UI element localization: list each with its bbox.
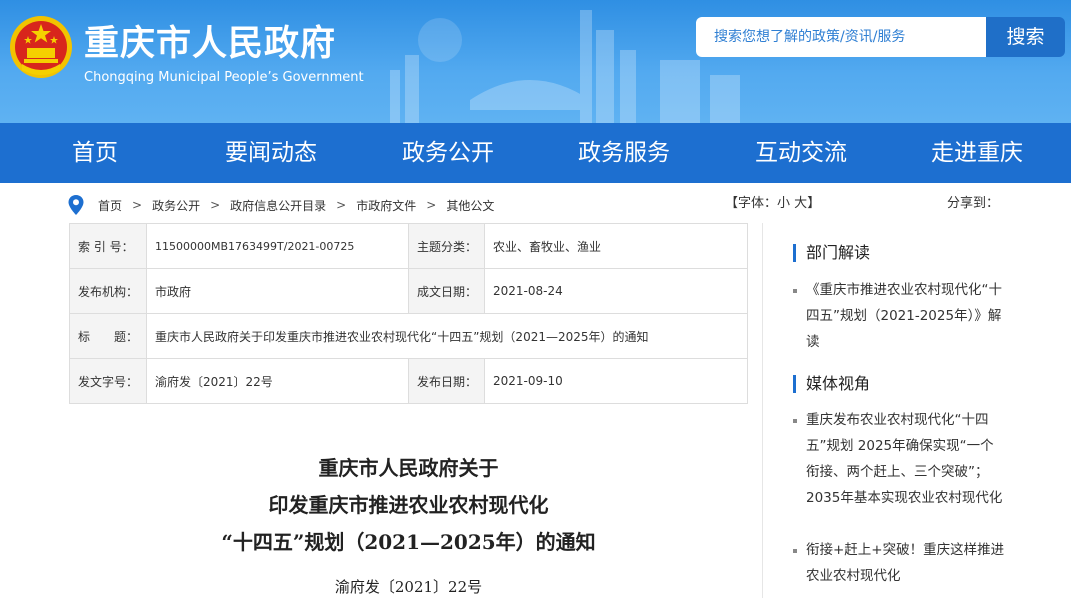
topic-label: 主题分类： xyxy=(408,223,485,269)
published-date-value: 2021-09-10 xyxy=(484,358,748,404)
search-button[interactable]: 搜索 xyxy=(986,17,1065,57)
breadcrumb-separator: > xyxy=(210,198,221,212)
org-value: 市政府 xyxy=(146,268,409,314)
published-date-label: 发布日期： xyxy=(408,358,485,404)
nav-item-gov-affairs[interactable]: 政务公开 xyxy=(402,123,494,183)
sidebar-link-interpretation[interactable]: 《重庆市推进农业农村现代化“十四五”规划（2021-2025年）》解读 xyxy=(793,277,1006,355)
search-input[interactable]: 搜索您想了解的政策/资讯/服务 xyxy=(696,17,986,57)
nav-item-home[interactable]: 首页 xyxy=(72,123,118,183)
sidebar-heading-department-interpretation: 部门解读 xyxy=(793,243,870,263)
index-label: 索 引 号： xyxy=(69,223,147,269)
breadcrumb-separator: > xyxy=(336,198,347,212)
site-subtitle: Chongqing Municipal People’s Government xyxy=(84,70,364,85)
document-title-line: 印发重庆市推进农业农村现代化 xyxy=(268,493,549,517)
font-size-control: 【字体：小 大】 xyxy=(725,195,820,213)
breadcrumb-gov-affairs[interactable]: 政务公开 xyxy=(152,197,200,214)
created-date-label: 成文日期： xyxy=(408,268,485,314)
nav-item-news[interactable]: 要闻动态 xyxy=(225,123,317,183)
location-pin-icon xyxy=(68,195,84,215)
font-control-prefix: 【字体： xyxy=(725,196,778,211)
doc-number-value: 渝府发〔2021〕22号 xyxy=(146,358,409,404)
table-row: 索 引 号： 11500000MB1763499T/2021-00725 主题分… xyxy=(69,223,748,269)
table-row: 发布机构： 市政府 成文日期： 2021-08-24 xyxy=(69,268,748,314)
table-row: 标 题： 重庆市人民政府关于印发重庆市推进农业农村现代化“十四五”规划（2021… xyxy=(69,313,748,359)
document-title-line: 重庆市人民政府关于 xyxy=(318,456,499,480)
doc-number-label: 发文字号： xyxy=(69,358,147,404)
topic-value: 农业、畜牧业、渔业 xyxy=(484,223,748,269)
breadcrumb-other-docs[interactable]: 其他公文 xyxy=(446,197,494,214)
document-info-table: 索 引 号： 11500000MB1763499T/2021-00725 主题分… xyxy=(69,223,748,404)
document-title: 重庆市人民政府关于 印发重庆市推进农业农村现代化 “十四五”规划（2021—20… xyxy=(69,450,748,561)
breadcrumb-separator: > xyxy=(426,198,437,212)
title-value: 重庆市人民政府关于印发重庆市推进农业农村现代化“十四五”规划（2021—2025… xyxy=(146,313,748,359)
org-label: 发布机构： xyxy=(69,268,147,314)
site-header: 重庆市人民政府 Chongqing Municipal People’s Gov… xyxy=(0,0,1071,123)
sidebar-heading-media-view: 媒体视角 xyxy=(793,374,870,394)
breadcrumb-separator: > xyxy=(132,198,143,212)
sidebar-link-media-2[interactable]: 衔接+赶上+突破！重庆这样推进农业农村现代化 xyxy=(793,537,1006,589)
font-control-suffix: 】 xyxy=(807,196,821,211)
font-large-button[interactable]: 大 xyxy=(794,196,807,211)
nav-item-about[interactable]: 走进重庆 xyxy=(931,123,1023,183)
font-small-button[interactable]: 小 xyxy=(777,196,790,211)
breadcrumb-home[interactable]: 首页 xyxy=(98,197,122,214)
sidebar-divider xyxy=(762,223,763,598)
table-row: 发文字号： 渝府发〔2021〕22号 发布日期： 2021-09-10 xyxy=(69,358,748,404)
sidebar-link-media-1[interactable]: 重庆发布农业农村现代化“十四五”规划 2025年确保实现“一个衔接、两个赶上、三… xyxy=(793,407,1006,511)
breadcrumb: 首页 > 政务公开 > 政府信息公开目录 > 市政府文件 > 其他公文 xyxy=(68,195,494,215)
title-label: 标 题： xyxy=(69,313,147,359)
created-date-value: 2021-08-24 xyxy=(484,268,748,314)
share-label: 分享到： xyxy=(947,196,1000,211)
main-nav: 首页 要闻动态 政务公开 政务服务 互动交流 走进重庆 xyxy=(0,123,1071,183)
site-title[interactable]: 重庆市人民政府 xyxy=(84,24,336,64)
index-value: 11500000MB1763499T/2021-00725 xyxy=(146,223,409,269)
nav-item-gov-services[interactable]: 政务服务 xyxy=(578,123,670,183)
document-number: 渝府发〔2021〕22号 xyxy=(334,578,483,596)
document-title-line: “十四五”规划（2021—2025年）的通知 xyxy=(221,530,596,554)
national-emblem-icon xyxy=(10,16,72,78)
breadcrumb-municipal-docs[interactable]: 市政府文件 xyxy=(356,197,416,214)
breadcrumb-disclosure-catalog[interactable]: 政府信息公开目录 xyxy=(230,197,326,214)
nav-item-interaction[interactable]: 互动交流 xyxy=(755,123,847,183)
